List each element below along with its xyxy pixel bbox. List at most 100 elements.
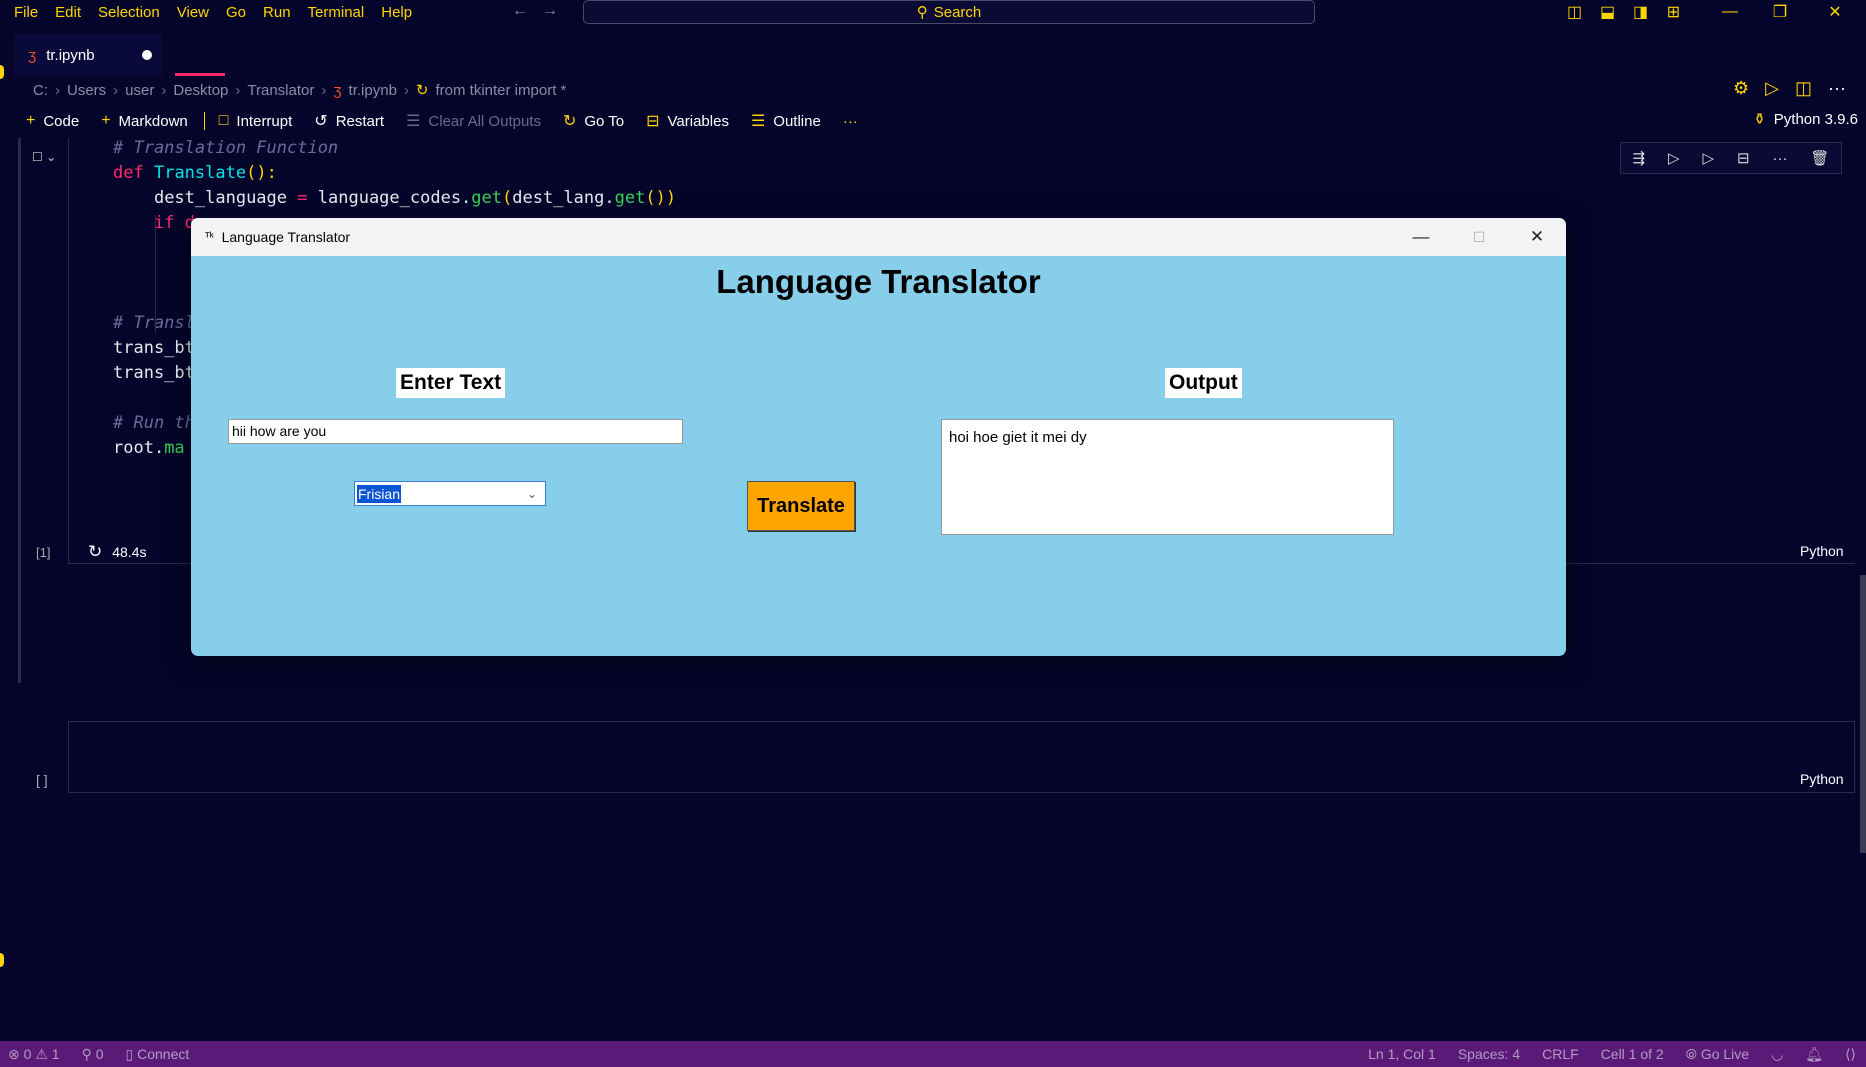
- eol-status[interactable]: CRLF: [1542, 1046, 1579, 1062]
- jupyter-icon: ʒ: [28, 46, 37, 64]
- sync-icon[interactable]: ◡: [1771, 1046, 1783, 1063]
- window-controls: — ❐ ✕: [1705, 0, 1865, 24]
- cell-language[interactable]: Python: [1800, 771, 1844, 787]
- run-cell-above-icon[interactable]: ▷: [1668, 149, 1680, 167]
- minimize-icon[interactable]: —: [1705, 3, 1755, 21]
- tk-maximize-icon[interactable]: ☐: [1450, 218, 1508, 256]
- command-search[interactable]: ⚲ Search: [583, 0, 1315, 24]
- more-actions-icon[interactable]: ···: [1828, 78, 1846, 99]
- code-operator: =: [297, 188, 308, 208]
- tk-close-icon[interactable]: ✕: [1508, 218, 1566, 256]
- outline-label: Outline: [773, 112, 821, 130]
- tkinter-window: ᵀᵏ Language Translator — ☐ ✕ Language Tr…: [191, 218, 1566, 656]
- gear-icon[interactable]: ⚙: [1733, 78, 1749, 99]
- language-select[interactable]: Frisian ⌄: [354, 481, 546, 506]
- code-method: get: [614, 188, 646, 208]
- source-text-input[interactable]: hii how are you: [228, 419, 683, 444]
- menu-edit[interactable]: Edit: [47, 4, 90, 21]
- menu-terminal[interactable]: Terminal: [300, 4, 374, 21]
- split-editor-icon[interactable]: ◫: [1795, 78, 1812, 99]
- add-code-button[interactable]: + Code: [26, 112, 79, 130]
- indentation-status[interactable]: Spaces: 4: [1458, 1046, 1520, 1062]
- cell-more-icon[interactable]: ···: [1772, 150, 1787, 167]
- restart-button[interactable]: ↺ Restart: [314, 111, 384, 131]
- bell-icon[interactable]: 🔔︎: [1805, 1046, 1823, 1063]
- menu-file[interactable]: File: [6, 4, 47, 21]
- back-arrow-icon[interactable]: ←: [512, 2, 542, 19]
- tk-minimize-icon[interactable]: —: [1392, 218, 1450, 256]
- tab-tr-ipynb[interactable]: ʒ tr.ipynb: [14, 34, 162, 76]
- cell-position[interactable]: Cell 1 of 2: [1601, 1046, 1664, 1062]
- code-line: # Transl: [113, 313, 195, 333]
- split-cell-icon[interactable]: ⊟: [1737, 149, 1750, 167]
- code-function: Translate: [153, 163, 247, 183]
- outline-button[interactable]: ☰ Outline: [751, 111, 821, 131]
- connect-label: Connect: [137, 1045, 190, 1062]
- menu-selection[interactable]: Selection: [90, 4, 169, 21]
- breadcrumb-item[interactable]: user: [125, 82, 154, 99]
- cell-execution-count: [1]: [36, 545, 51, 560]
- go-live-button[interactable]: ⦾ Go Live: [1686, 1046, 1749, 1063]
- menu-view[interactable]: View: [169, 4, 218, 21]
- kernel-picker[interactable]: ⚱ Python 3.9.6: [1753, 110, 1858, 129]
- stop-icon: □: [218, 112, 229, 129]
- code-keyword: if d: [153, 213, 195, 233]
- run-cell-below-icon[interactable]: ▷: [1702, 149, 1714, 167]
- go-live-label: Go Live: [1700, 1045, 1750, 1062]
- variables-button[interactable]: ⊟ Variables: [646, 111, 729, 131]
- feedback-icon[interactable]: ⟨⟩: [1845, 1046, 1856, 1063]
- variables-label: Variables: [667, 112, 729, 130]
- customize-layout-icon[interactable]: ⊞: [1657, 2, 1690, 22]
- broadcast-icon: ⚲: [81, 1045, 92, 1062]
- variables-icon: ⊟: [646, 113, 660, 130]
- connect-status[interactable]: ▯ Connect: [126, 1046, 190, 1063]
- interrupt-button[interactable]: □ Interrupt: [219, 112, 293, 130]
- go-to-label: Go To: [584, 112, 625, 130]
- layout-controls: ◫ ⬓ ◨ ⊞: [1558, 0, 1690, 24]
- clear-all-outputs-button[interactable]: ☰ Clear All Outputs: [406, 111, 541, 131]
- close-icon[interactable]: ✕: [1805, 2, 1865, 22]
- breadcrumb-item[interactable]: Desktop: [173, 82, 228, 99]
- tk-window-title: Language Translator: [221, 229, 351, 245]
- toggle-sidebar-icon[interactable]: ◫: [1558, 2, 1591, 22]
- menu-help[interactable]: Help: [373, 4, 421, 21]
- interrupt-label: Interrupt: [236, 112, 293, 130]
- tk-window-controls: — ☐ ✕: [1392, 218, 1566, 256]
- title-bar: File Edit Selection View Go Run Terminal…: [0, 0, 1866, 24]
- search-icon: ⚲: [916, 4, 928, 21]
- code-cell-2[interactable]: [68, 721, 1855, 793]
- menu-go[interactable]: Go: [218, 4, 255, 21]
- breadcrumb-item[interactable]: tr.ipynb: [349, 82, 397, 99]
- ports-status[interactable]: ⚲ 0: [82, 1046, 104, 1063]
- delete-cell-icon[interactable]: 🗑: [1810, 149, 1829, 167]
- breadcrumb-item[interactable]: from tkinter import *: [436, 82, 567, 99]
- cell-collapse-icon[interactable]: ☐ ⌄: [32, 150, 56, 164]
- go-to-button[interactable]: ↻ Go To: [563, 111, 624, 131]
- forward-arrow-icon[interactable]: →: [542, 2, 572, 19]
- more-toolbar-button[interactable]: ···: [843, 113, 858, 130]
- scrollbar[interactable]: [1860, 575, 1866, 853]
- problems-status[interactable]: ⊗ 0 ⚠ 1: [8, 1046, 60, 1063]
- cell-language[interactable]: Python: [1800, 543, 1844, 559]
- breadcrumb-item[interactable]: C:: [33, 82, 48, 99]
- run-icon[interactable]: ▷: [1765, 78, 1779, 99]
- unsaved-dot-icon[interactable]: [142, 50, 152, 60]
- chevron-down-icon[interactable]: ⌄: [527, 487, 537, 501]
- breadcrumb-item[interactable]: Users: [67, 82, 106, 99]
- output-textbox[interactable]: hoi hoe giet it mei dy: [941, 419, 1394, 535]
- restart-icon: ↺: [314, 113, 328, 130]
- run-above-icon[interactable]: ⇶: [1632, 149, 1645, 167]
- tk-title-bar: ᵀᵏ Language Translator — ☐ ✕: [191, 218, 1566, 256]
- code-method: get: [471, 188, 503, 208]
- toggle-secondary-sidebar-icon[interactable]: ◨: [1624, 2, 1657, 22]
- translate-button[interactable]: Translate: [747, 481, 855, 531]
- restore-icon[interactable]: ❐: [1755, 2, 1805, 22]
- menu-run[interactable]: Run: [255, 4, 300, 21]
- add-markdown-button[interactable]: + Markdown: [101, 112, 188, 130]
- menu-bar: File Edit Selection View Go Run Terminal…: [6, 4, 421, 21]
- cursor-position[interactable]: Ln 1, Col 1: [1368, 1046, 1436, 1062]
- breadcrumb-item[interactable]: Translator: [247, 82, 314, 99]
- status-bar: ⊗ 0 ⚠ 1 ⚲ 0 ▯ Connect Ln 1, Col 1 Spaces…: [0, 1041, 1866, 1067]
- add-code-label: Code: [43, 112, 80, 130]
- toggle-panel-icon[interactable]: ⬓: [1591, 2, 1624, 22]
